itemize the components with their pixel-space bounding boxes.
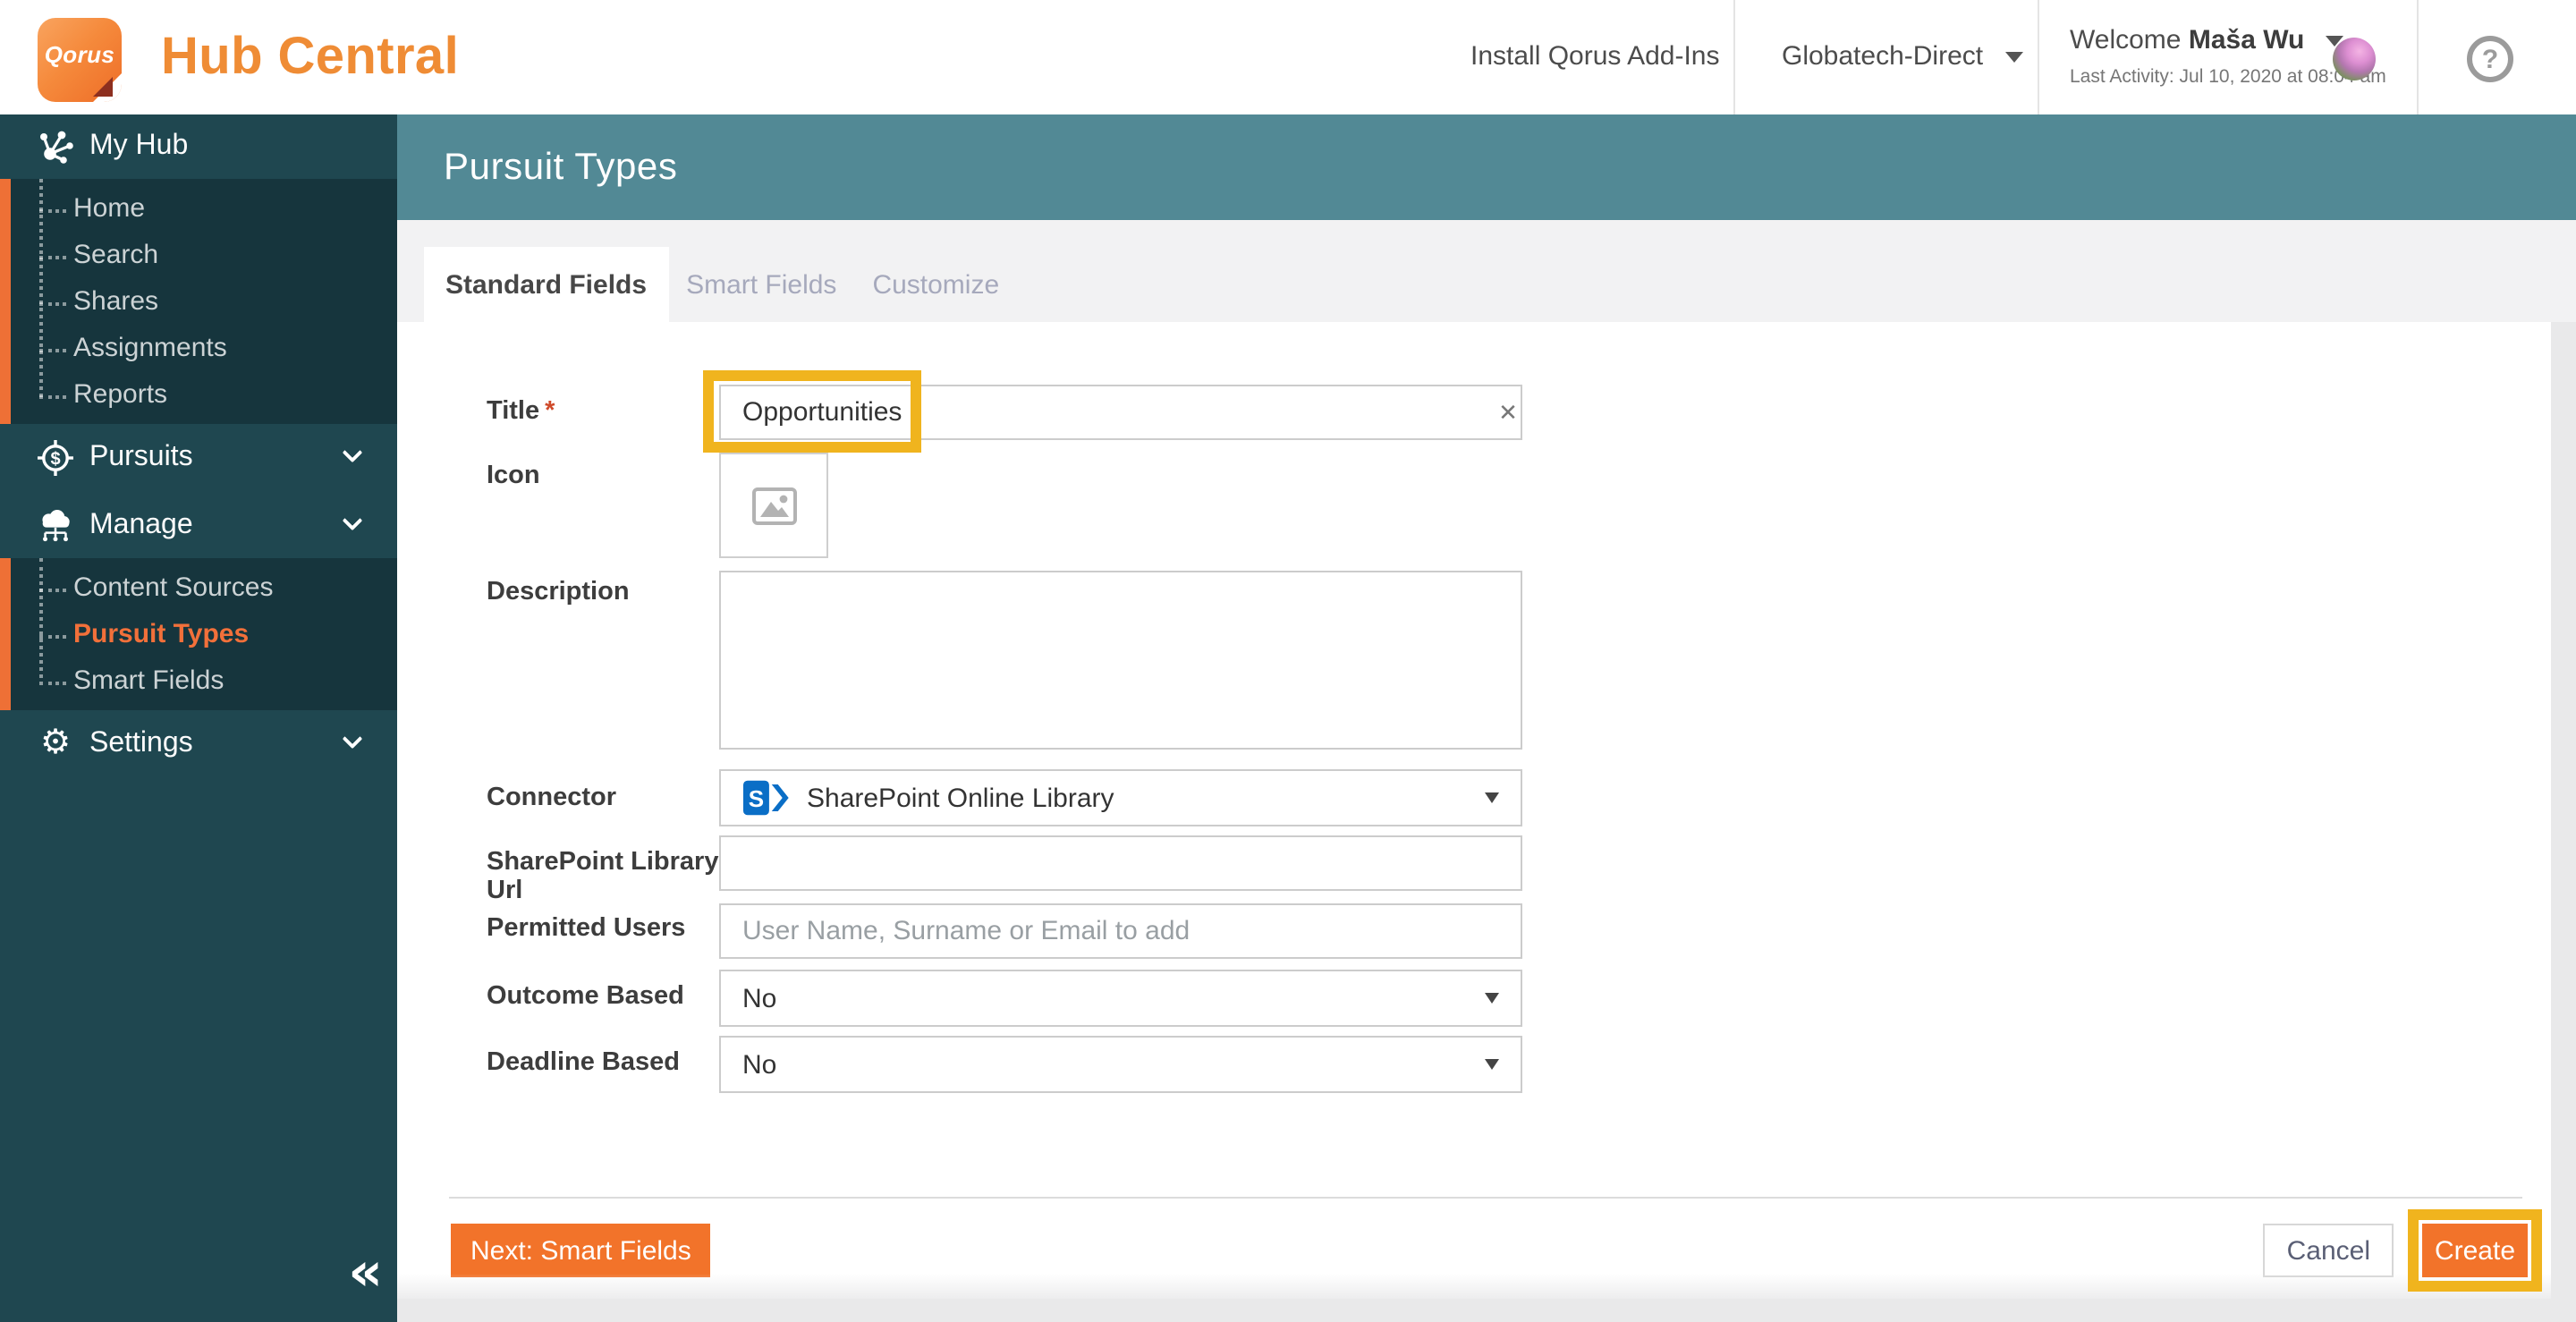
page-title: Pursuit Types <box>397 114 2576 220</box>
question-icon: ? <box>2482 44 2498 74</box>
annotation-highlight-create: Create <box>2408 1209 2542 1292</box>
svg-text:S: S <box>749 785 764 812</box>
sidebar-item-my-hub[interactable]: My Hub <box>0 114 397 179</box>
sidebar-nav: My Hub Home Search Shares Assignments Re… <box>0 114 397 1322</box>
title-input[interactable] <box>719 385 1522 440</box>
sidebar-item-label: Settings <box>89 727 193 759</box>
chevron-down-icon <box>1485 792 1499 803</box>
outcome-based-label: Outcome Based <box>487 982 716 1011</box>
avatar[interactable] <box>2333 38 2376 81</box>
permitted-users-label: Permitted Users <box>487 914 716 943</box>
icon-upload-box[interactable] <box>719 453 828 558</box>
chevron-down-icon <box>2004 52 2022 63</box>
connector-label: Connector <box>487 784 716 812</box>
network-hub-icon <box>36 127 75 166</box>
sidebar-item-pursuits[interactable]: $ Pursuits <box>0 424 397 492</box>
my-hub-submenu: Home Search Shares Assignments Reports <box>0 179 397 424</box>
deadline-based-value: No <box>742 1049 776 1080</box>
deadline-based-label: Deadline Based <box>487 1048 716 1077</box>
header-divider <box>2038 0 2039 114</box>
user-menu[interactable]: Welcome Maša Wu Last Activity: Jul 10, 2… <box>2070 25 2356 88</box>
sidebar-item-label: Pursuits <box>89 442 193 474</box>
sidebar-item-smart-fields[interactable]: Smart Fields <box>0 658 397 705</box>
permitted-users-input[interactable] <box>719 903 1522 959</box>
page-title-bar: Pursuit Types <box>397 114 2576 220</box>
chevron-down-icon <box>343 443 363 463</box>
required-mark: * <box>545 397 555 426</box>
user-name: Maša Wu <box>2189 25 2305 55</box>
chevron-down-icon <box>1485 993 1499 1004</box>
next-smart-fields-button[interactable]: Next: Smart Fields <box>451 1224 711 1277</box>
tab-customize[interactable]: Customize <box>854 247 1017 322</box>
qorus-logo-text: Qorus <box>45 41 115 68</box>
install-addins-link[interactable]: Install Qorus Add-Ins <box>1470 0 1719 114</box>
sharepoint-icon: S <box>742 778 791 818</box>
chevron-down-icon <box>343 510 363 530</box>
sidebar-item-search[interactable]: Search <box>0 233 397 279</box>
sidebar-item-label: My Hub <box>89 131 188 163</box>
sidebar-item-label: Manage <box>89 509 193 541</box>
tab-bar: Standard Fields Smart Fields Customize <box>397 220 2576 322</box>
sidebar-item-home[interactable]: Home <box>0 186 397 233</box>
clear-icon[interactable]: ✕ <box>1496 399 1521 428</box>
outcome-based-value: No <box>742 983 776 1013</box>
icon-label: Icon <box>487 462 716 490</box>
sidebar-item-reports[interactable]: Reports <box>0 372 397 419</box>
description-label: Description <box>487 578 716 606</box>
footer-divider <box>449 1197 2522 1199</box>
welcome-text: Welcome <box>2070 25 2182 55</box>
outcome-based-select[interactable]: No <box>719 970 1522 1027</box>
sidebar-item-shares[interactable]: Shares <box>0 279 397 326</box>
org-selector[interactable]: Globatech-Direct <box>1782 0 2022 114</box>
app-root: Qorus Hub Central Install Qorus Add-Ins … <box>0 0 2576 1322</box>
title-label: Title* <box>487 397 716 426</box>
deadline-based-select[interactable]: No <box>719 1036 1522 1093</box>
top-header: Qorus Hub Central Install Qorus Add-Ins … <box>0 0 2576 114</box>
spurl-input[interactable] <box>719 835 1522 891</box>
gear-icon: ⚙ <box>36 724 75 763</box>
svg-text:$: $ <box>50 450 60 470</box>
tab-smart-fields[interactable]: Smart Fields <box>668 247 854 322</box>
header-divider <box>2417 0 2419 114</box>
manage-submenu: Content Sources Pursuit Types Smart Fiel… <box>0 558 397 710</box>
connector-value: SharePoint Online Library <box>807 783 1114 813</box>
cloud-network-icon <box>36 505 75 545</box>
main-area: Pursuit Types Standard Fields Smart Fiel… <box>397 114 2576 1322</box>
last-activity: Last Activity: Jul 10, 2020 at 08:04 am <box>2070 66 2356 88</box>
image-placeholder-icon <box>750 486 797 525</box>
create-button[interactable]: Create <box>2422 1224 2528 1277</box>
connector-select[interactable]: S SharePoint Online Library <box>719 769 1522 826</box>
header-divider <box>1733 0 1735 114</box>
chevron-down-icon <box>1485 1059 1499 1070</box>
org-name: Globatech-Direct <box>1782 41 1983 72</box>
sidebar-item-settings[interactable]: ⚙ Settings <box>0 710 397 776</box>
qorus-logo[interactable]: Qorus <box>38 18 122 102</box>
sidebar-collapse-button[interactable]: « <box>348 1247 383 1301</box>
sidebar-item-content-sources[interactable]: Content Sources <box>0 565 397 612</box>
sidebar-item-assignments[interactable]: Assignments <box>0 326 397 372</box>
sidebar-item-manage[interactable]: Manage <box>0 492 397 558</box>
sidebar-item-pursuit-types[interactable]: Pursuit Types <box>0 612 397 658</box>
cancel-button[interactable]: Cancel <box>2264 1224 2394 1277</box>
tab-standard-fields[interactable]: Standard Fields <box>424 247 668 322</box>
form-panel: Title* ✕ Icon Description Connector <box>397 322 2551 1299</box>
help-button[interactable]: ? <box>2467 36 2513 82</box>
description-textarea[interactable] <box>719 571 1522 750</box>
chevron-down-icon <box>343 728 363 749</box>
spurl-label: SharePoint Library Url <box>487 848 737 905</box>
target-dollar-icon: $ <box>36 438 75 478</box>
app-title: Hub Central <box>161 0 459 114</box>
